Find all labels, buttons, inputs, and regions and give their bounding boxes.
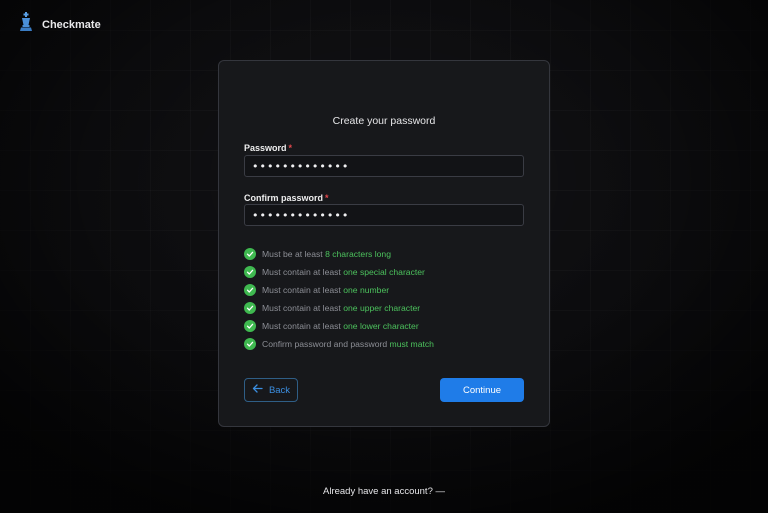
password-label-text: Password <box>244 143 287 153</box>
required-mark: * <box>288 143 293 153</box>
brand-name: Checkmate <box>42 18 101 31</box>
rule-text: Must contain at least <box>262 267 341 277</box>
rule-text: Confirm password and password <box>262 339 388 349</box>
rule-highlight: one upper character <box>343 303 421 313</box>
brand[interactable]: Checkmate <box>18 12 101 37</box>
required-mark: * <box>325 193 329 203</box>
rule-text: Must contain at least <box>262 321 341 331</box>
rule-text: Must contain at least <box>262 303 341 313</box>
chess-king-icon <box>18 12 34 37</box>
card-title: Create your password <box>332 115 436 127</box>
rule-highlight: one lower character <box>343 321 419 331</box>
rule-item: Confirm password and password must match <box>244 335 434 353</box>
check-circle-icon <box>244 338 256 350</box>
rule-item: Must contain at least one lower characte… <box>244 317 434 335</box>
password-input[interactable]: ••••••••••••• <box>244 155 524 177</box>
rule-highlight: must match <box>389 339 434 349</box>
password-rules: Must be at least 8 characters long Must … <box>244 245 434 353</box>
check-circle-icon <box>244 248 256 260</box>
arrow-left-icon <box>252 384 263 396</box>
check-circle-icon <box>244 284 256 296</box>
check-circle-icon <box>244 320 256 332</box>
rule-item: Must be at least 8 characters long <box>244 245 434 263</box>
rule-item: Must contain at least one special charac… <box>244 263 434 281</box>
back-button-label: Back <box>268 384 291 396</box>
continue-button[interactable]: Continue <box>440 378 524 402</box>
check-circle-icon <box>244 302 256 314</box>
password-card: Create your password Password * •••••••••… <box>218 60 550 427</box>
back-button[interactable]: Back <box>244 378 298 402</box>
confirm-password-input[interactable]: ••••••••••••• <box>244 204 524 226</box>
rule-highlight: one number <box>343 285 390 295</box>
rule-highlight: one special character <box>343 267 425 277</box>
password-label: Password * <box>244 143 292 153</box>
check-circle-icon <box>244 266 256 278</box>
rule-text: Must be at least <box>262 249 323 259</box>
page: Checkmate Create your password Password *… <box>0 0 768 513</box>
confirm-password-label-text: Confirm password <box>244 193 324 203</box>
rule-item: Must contain at least one number <box>244 281 434 299</box>
rule-text: Must contain at least <box>262 285 341 295</box>
confirm-password-label: Confirm password * <box>244 193 329 203</box>
rule-item: Must contain at least one upper characte… <box>244 299 434 317</box>
sign-in-prompt[interactable]: Already have an account? — <box>0 486 768 497</box>
rule-highlight: 8 characters long <box>325 249 391 259</box>
